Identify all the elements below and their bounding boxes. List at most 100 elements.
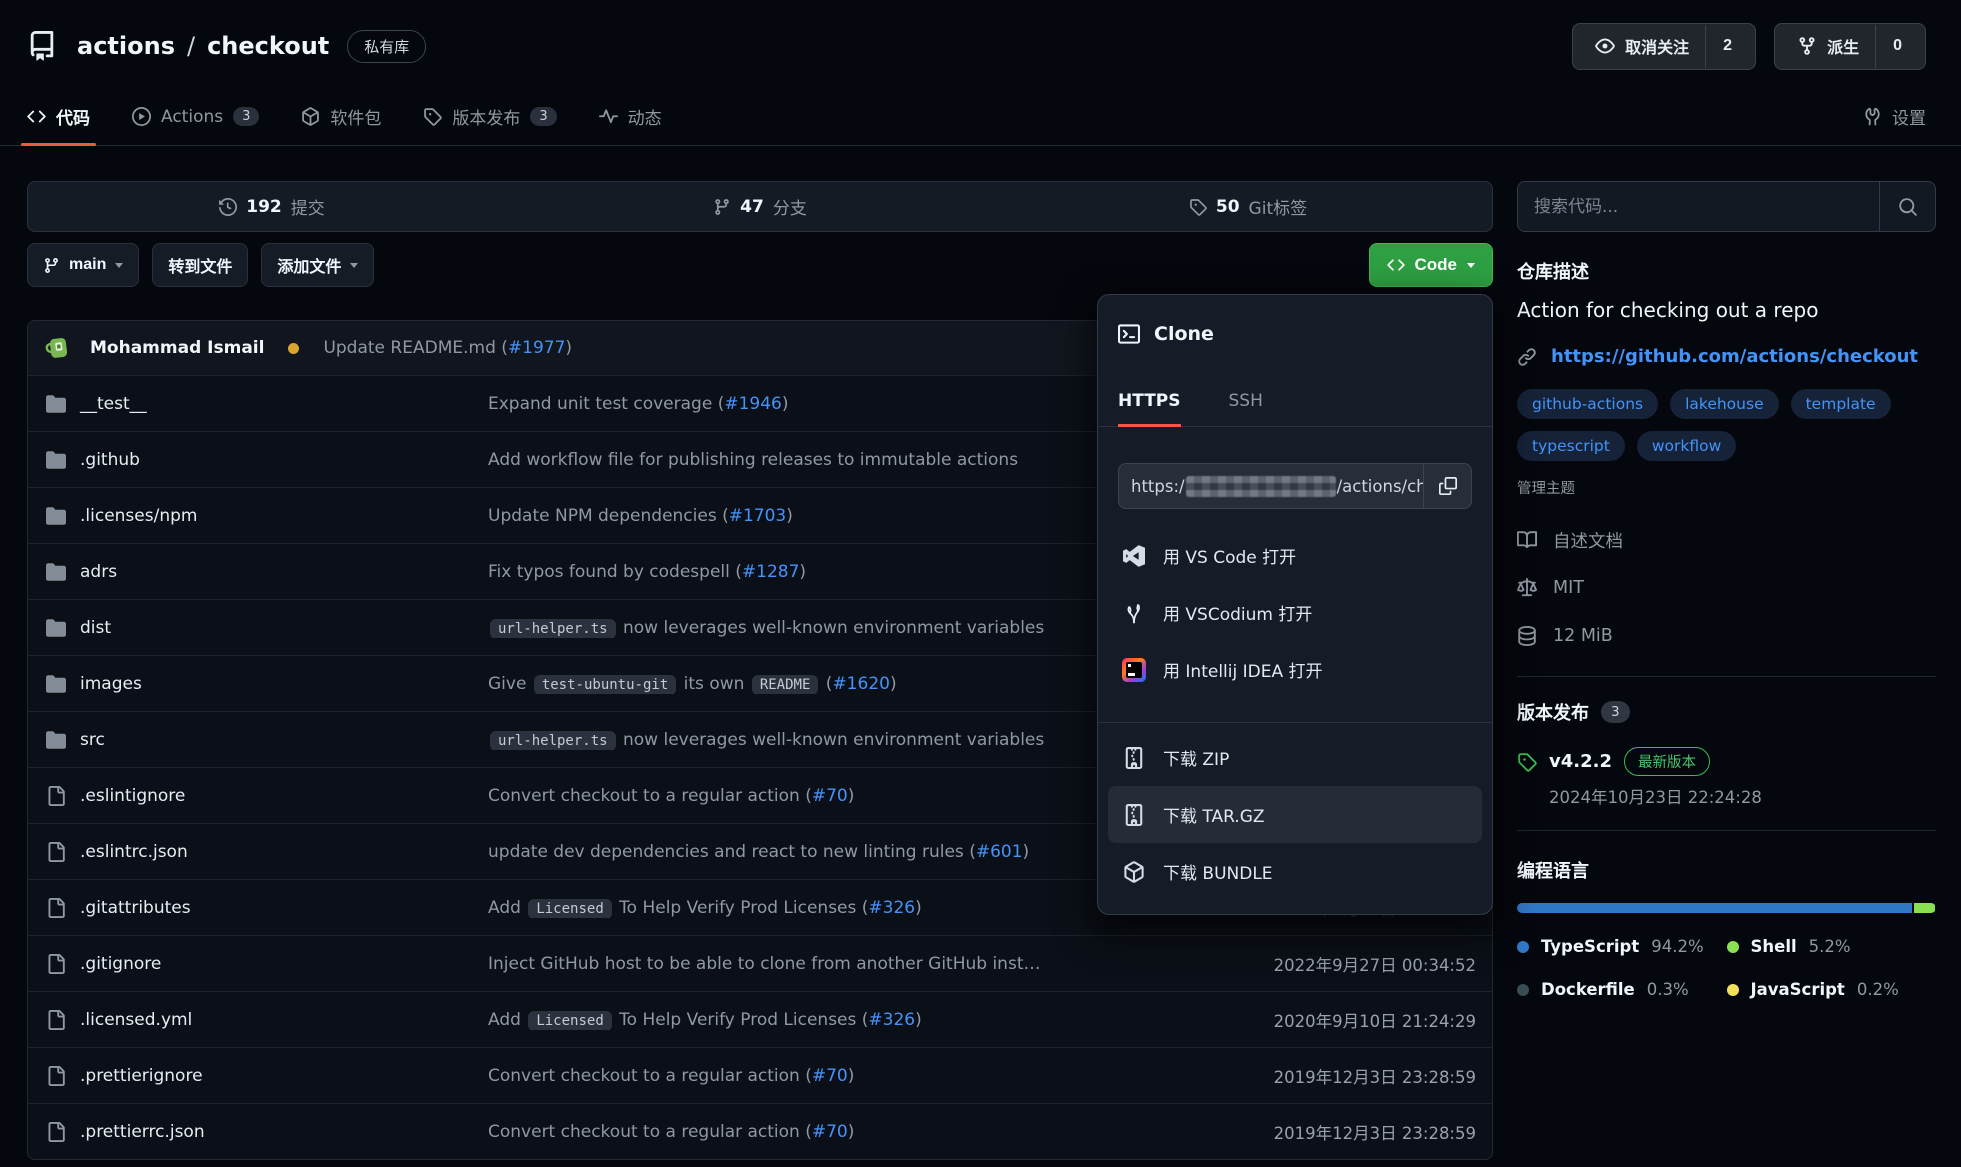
tab-动态[interactable]: 动态 (599, 88, 662, 145)
topic-template[interactable]: template (1791, 389, 1891, 419)
tab-代码[interactable]: 代码 (27, 88, 90, 145)
watchers-count[interactable]: 2 (1705, 25, 1749, 68)
issue-link[interactable]: #70 (812, 786, 848, 806)
goto-file-button[interactable]: 转到文件 (152, 243, 248, 287)
add-file-label: 添加文件 (277, 253, 341, 277)
topic-github-actions[interactable]: github-actions (1517, 389, 1658, 419)
release-version-link[interactable]: v4.2.2 (1549, 751, 1612, 772)
commit-status-dot[interactable] (288, 343, 299, 354)
file-name-.licenses/npm[interactable]: .licenses/npm (46, 506, 488, 526)
manage-topics-link[interactable]: 管理主题 (1517, 477, 1936, 498)
code-chip: test-ubuntu-git (534, 675, 676, 694)
file-name-.prettierrc.json[interactable]: .prettierrc.json (46, 1122, 488, 1142)
clone-tab-ssh[interactable]: SSH (1229, 375, 1263, 426)
menu-item-zip[interactable]: 下载 ZIP (1108, 729, 1482, 786)
search-button[interactable] (1879, 182, 1935, 231)
unwatch-button[interactable]: 取消关注 2 (1572, 23, 1756, 70)
file-name-.eslintignore[interactable]: .eslintignore (46, 786, 488, 806)
website-link[interactable]: https://github.com/actions/checkout (1551, 346, 1918, 367)
tab-软件包[interactable]: 软件包 (301, 88, 381, 145)
menu-item-vscodium[interactable]: 用 VSCodium 打开 (1108, 584, 1482, 641)
add-file-button[interactable]: 添加文件 (261, 243, 374, 287)
issue-link[interactable]: #601 (976, 842, 1023, 862)
issue-link[interactable]: #1620 (832, 674, 890, 694)
forks-count[interactable]: 0 (1875, 25, 1919, 68)
menu-item-zip[interactable]: 下载 TAR.GZ (1108, 786, 1482, 843)
tab-count-badge: 3 (530, 107, 556, 126)
fork-icon (1797, 36, 1817, 56)
tab-label: 动态 (628, 104, 662, 129)
file-icon (46, 1066, 66, 1086)
file-name-.gitattributes[interactable]: .gitattributes (46, 898, 488, 918)
commit-message[interactable]: Convert checkout to a regular action (#7… (488, 1122, 1260, 1142)
copy-url-button[interactable] (1423, 464, 1471, 508)
meta-label: MIT (1553, 578, 1584, 598)
menu-item-vscode[interactable]: 用 VS Code 打开 (1108, 527, 1482, 584)
tab-版本发布[interactable]: 版本发布3 (423, 88, 556, 145)
clone-tab-https[interactable]: HTTPS (1118, 375, 1181, 426)
tab-label: 软件包 (330, 104, 381, 129)
repo-name-link[interactable]: checkout (207, 32, 329, 60)
search-input[interactable] (1518, 182, 1879, 231)
file-name-.licensed.yml[interactable]: .licensed.yml (46, 1010, 488, 1030)
commit-message[interactable]: Inject GitHub host to be able to clone f… (488, 954, 1260, 974)
file-name-label: __test__ (80, 394, 147, 414)
tab-settings[interactable]: 设置 (1863, 104, 1926, 129)
menu-item-package[interactable]: 下载 BUNDLE (1108, 843, 1482, 900)
topic-lakehouse[interactable]: lakehouse (1670, 389, 1779, 419)
clone-url-input[interactable]: https:/ /actions/ch (1119, 464, 1423, 508)
meta-book[interactable]: 自述文档 (1517, 516, 1936, 564)
language-Shell[interactable]: Shell5.2% (1727, 937, 1937, 956)
file-name-src[interactable]: src (46, 730, 488, 750)
stat-Git标签[interactable]: 50Git标签 (1004, 182, 1492, 231)
code-button[interactable]: Code (1369, 243, 1494, 287)
author-avatar[interactable] (44, 334, 72, 362)
language-Dockerfile[interactable]: Dockerfile0.3% (1517, 980, 1727, 999)
issue-link[interactable]: #1287 (742, 562, 800, 582)
language-TypeScript[interactable]: TypeScript94.2% (1517, 937, 1727, 956)
stat-提交[interactable]: 192提交 (28, 182, 516, 231)
file-name-dist[interactable]: dist (46, 618, 488, 638)
file-name-label: .gitattributes (80, 898, 191, 918)
tab-Actions[interactable]: Actions3 (132, 88, 259, 145)
issue-link[interactable]: #70 (812, 1066, 848, 1086)
menu-item-intellij[interactable]: 用 Intellij IDEA 打开 (1108, 641, 1482, 698)
divider (1098, 722, 1492, 723)
repo-owner-link[interactable]: actions (77, 32, 175, 60)
file-name-images[interactable]: images (46, 674, 488, 694)
issue-link[interactable]: #1977 (508, 338, 566, 358)
commit-author[interactable]: Mohammad Ismail (90, 338, 264, 358)
stat-value: 50 (1216, 197, 1240, 217)
lang-seg-TypeScript (1517, 903, 1912, 913)
file-icon (46, 898, 66, 918)
issue-link[interactable]: #1703 (729, 506, 787, 526)
header-actions: 取消关注 2 派生 0 (1572, 23, 1926, 70)
file-name-__test__[interactable]: __test__ (46, 394, 488, 414)
file-name-.eslintrc.json[interactable]: .eslintrc.json (46, 842, 488, 862)
file-name-.prettierignore[interactable]: .prettierignore (46, 1066, 488, 1086)
commit-message[interactable]: Convert checkout to a regular action (#7… (488, 1066, 1260, 1086)
issue-link[interactable]: #326 (868, 898, 915, 918)
commit-message[interactable]: Add Licensed To Help Verify Prod License… (488, 1010, 1260, 1030)
releases-heading[interactable]: 版本发布 (1517, 699, 1589, 725)
fork-button[interactable]: 派生 0 (1774, 23, 1926, 70)
file-name-.github[interactable]: .github (46, 450, 488, 470)
branch-selector[interactable]: main (27, 243, 139, 287)
commit-date: 2019年12月3日 23:28:59 (1260, 1064, 1476, 1088)
stat-分支[interactable]: 47分支 (516, 182, 1004, 231)
file-name-label: .eslintrc.json (80, 842, 188, 862)
lang-name: TypeScript (1541, 937, 1639, 956)
language-JavaScript[interactable]: JavaScript0.2% (1727, 980, 1937, 999)
message-text: Add (488, 1010, 526, 1030)
topic-workflow[interactable]: workflow (1637, 431, 1736, 461)
issue-link[interactable]: #70 (812, 1122, 848, 1142)
topic-typescript[interactable]: typescript (1517, 431, 1625, 461)
file-name-.gitignore[interactable]: .gitignore (46, 954, 488, 974)
file-name-adrs[interactable]: adrs (46, 562, 488, 582)
meta-database[interactable]: 12 MiB (1517, 612, 1936, 660)
releases-heading-row: 版本发布 3 (1517, 699, 1936, 725)
meta-law[interactable]: MIT (1517, 564, 1936, 612)
description-heading: 仓库描述 (1517, 258, 1936, 284)
issue-link[interactable]: #1946 (724, 394, 782, 414)
issue-link[interactable]: #326 (868, 1010, 915, 1030)
